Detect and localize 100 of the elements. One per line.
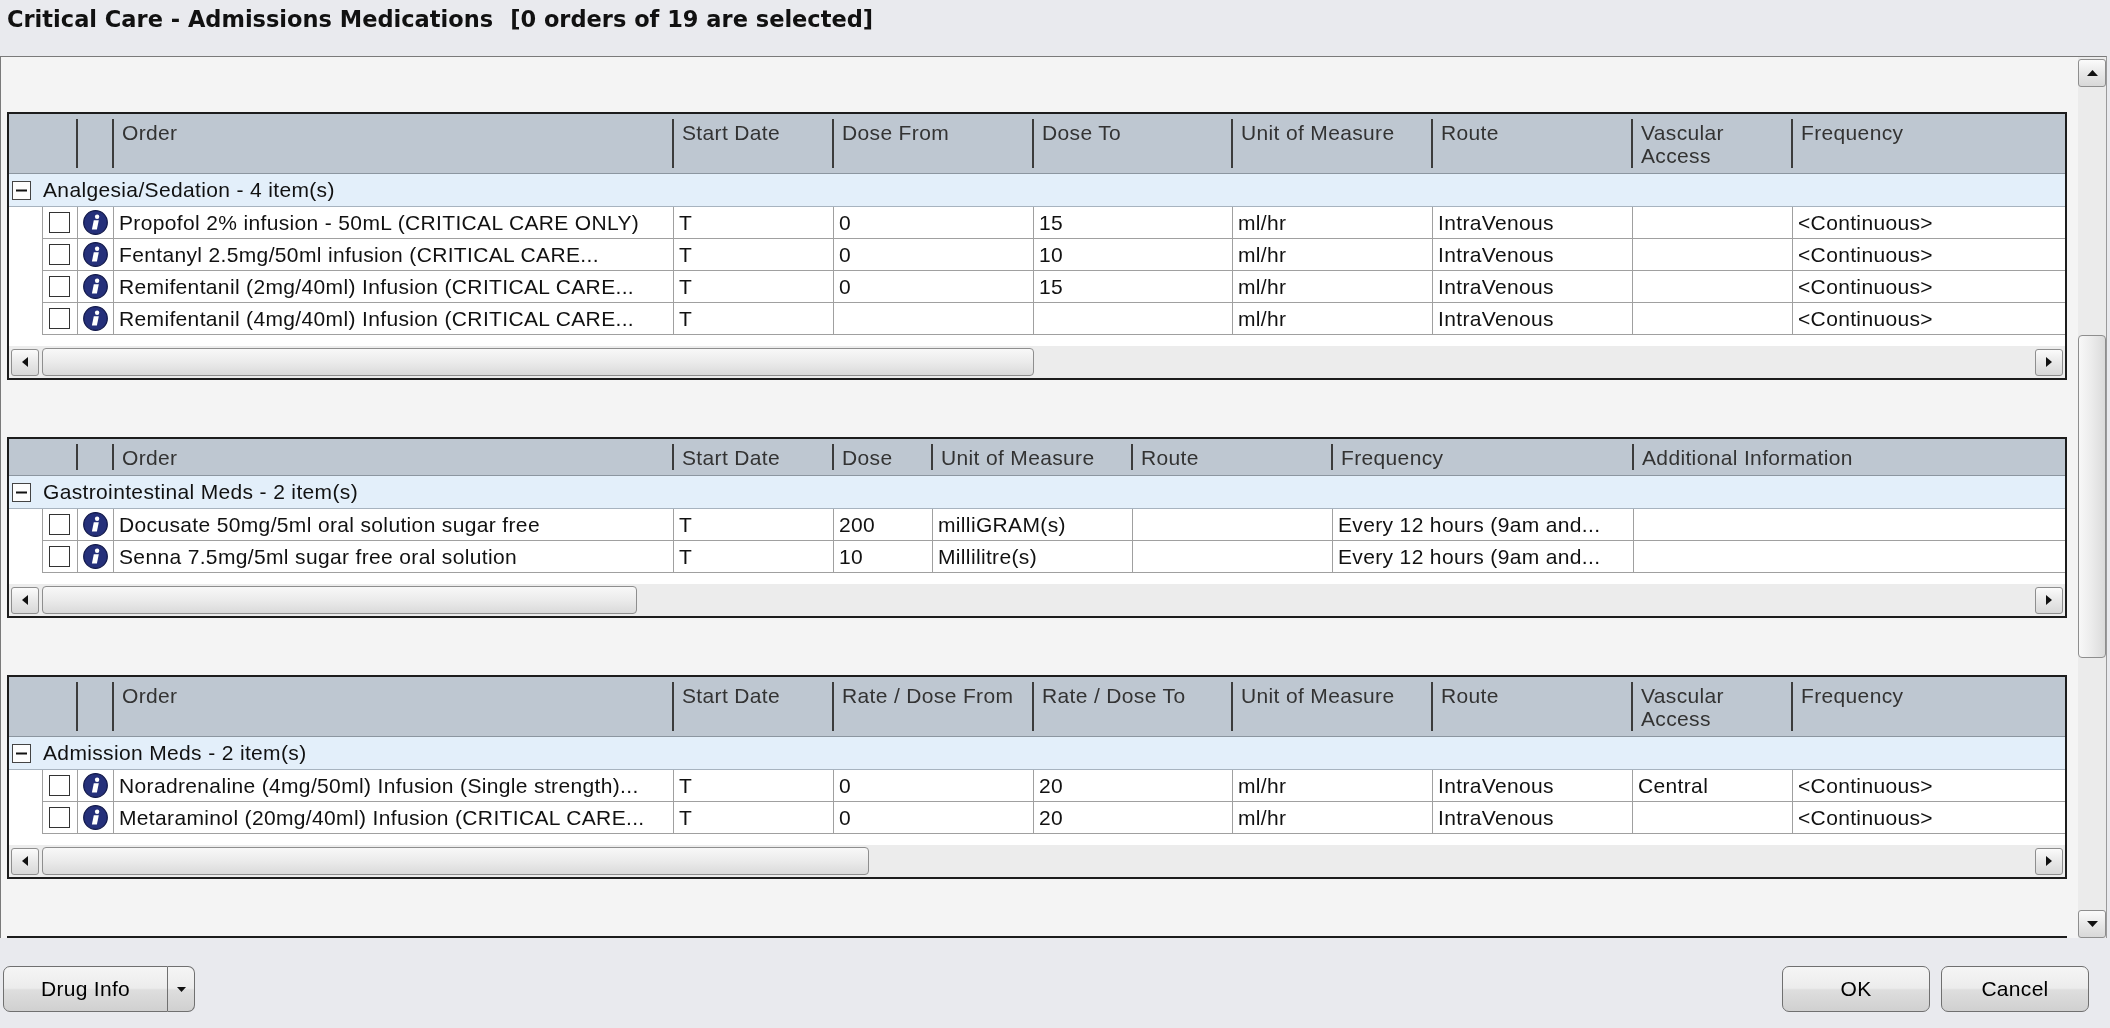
- table-cell: T: [674, 509, 834, 541]
- left-arrow-icon: [22, 357, 28, 367]
- table-cell: ml/hr: [1233, 303, 1433, 335]
- checkbox[interactable]: [49, 244, 70, 265]
- table-cell: 15: [1034, 207, 1233, 239]
- table-cell: 15: [1034, 271, 1233, 303]
- dialog-button[interactable]: OK: [1782, 966, 1930, 1012]
- drug-info-button[interactable]: Drug Info: [3, 966, 168, 1012]
- table-cell: Propofol 2% infusion - 50mL (CRITICAL CARE ONLY): [114, 207, 674, 239]
- table-cell: ml/hr: [1233, 802, 1433, 834]
- table-cell: Metaraminol (20mg/40ml) Infusion (CRITICAL CARE...: [114, 802, 674, 834]
- group-label: Gastrointestinal Meds - 2 item(s): [43, 480, 358, 504]
- table-cell: ml/hr: [1233, 271, 1433, 303]
- checkbox[interactable]: [49, 276, 70, 297]
- table-cell: T: [674, 239, 834, 271]
- table-cell: T: [674, 207, 834, 239]
- table-cell: IntraVenous: [1433, 770, 1633, 802]
- down-arrow-icon: [2086, 921, 2098, 927]
- info-icon[interactable]: [83, 242, 108, 267]
- scroll-up-button[interactable]: [2078, 59, 2106, 87]
- checkbox[interactable]: [49, 546, 70, 567]
- right-arrow-icon: [2046, 856, 2052, 866]
- table-cell: 0: [834, 207, 1034, 239]
- info-icon[interactable]: [83, 512, 108, 537]
- table-cell: <Continuous>: [1793, 239, 2065, 271]
- info-icon[interactable]: [83, 306, 108, 331]
- dialog-button[interactable]: Cancel: [1941, 966, 2089, 1012]
- collapse-icon[interactable]: [12, 482, 31, 502]
- scrollbar-thumb[interactable]: [42, 847, 869, 875]
- scroll-right-button[interactable]: [2035, 847, 2063, 875]
- table-cell: 0: [834, 802, 1034, 834]
- left-arrow-icon: [22, 595, 28, 605]
- table-cell: T: [674, 541, 834, 573]
- scroll-left-button[interactable]: [11, 586, 39, 614]
- scroll-down-button[interactable]: [2078, 910, 2106, 938]
- table-cell: IntraVenous: [1433, 239, 1633, 271]
- column-header[interactable]: Frequency: [1793, 114, 2065, 173]
- scrollbar-thumb[interactable]: [42, 586, 637, 614]
- checkbox[interactable]: [49, 308, 70, 329]
- collapse-icon[interactable]: [12, 743, 31, 763]
- checkbox[interactable]: [49, 212, 70, 233]
- table-cell: T: [674, 271, 834, 303]
- table-cell: T: [674, 802, 834, 834]
- table-cell: Fentanyl 2.5mg/50ml infusion (CRITICAL CARE...: [114, 239, 674, 271]
- table-cell: 0: [834, 271, 1034, 303]
- table-cell: Every 12 hours (9am and...: [1333, 541, 1634, 573]
- scroll-left-button[interactable]: [11, 847, 39, 875]
- table-cell: <Continuous>: [1793, 802, 2065, 834]
- group-label: Analgesia/Sedation - 4 item(s): [43, 178, 335, 202]
- info-icon[interactable]: [83, 544, 108, 569]
- table-cell: Docusate 50mg/5ml oral solution sugar free: [114, 509, 674, 541]
- checkbox[interactable]: [49, 807, 70, 828]
- left-arrow-icon: [22, 856, 28, 866]
- table-cell: 10: [1034, 239, 1233, 271]
- scroll-right-button[interactable]: [2035, 348, 2063, 376]
- table-cell: Noradrenaline (4mg/50ml) Infusion (Single strength)...: [114, 770, 674, 802]
- table-cell: 10: [834, 541, 933, 573]
- table-cell: <Continuous>: [1793, 207, 2065, 239]
- checkbox[interactable]: [49, 514, 70, 535]
- table-cell: T: [674, 770, 834, 802]
- table-cell: ml/hr: [1233, 770, 1433, 802]
- window-title: Critical Care - Admissions Medications: [7, 6, 494, 32]
- table-cell: ml/hr: [1233, 239, 1433, 271]
- scroll-left-button[interactable]: [11, 348, 39, 376]
- table-cell: Central: [1633, 770, 1793, 802]
- table-cell: Millilitre(s): [933, 541, 1133, 573]
- table-cell: 20: [1034, 770, 1233, 802]
- table-cell: ml/hr: [1233, 207, 1433, 239]
- dropdown-button[interactable]: [168, 966, 195, 1012]
- info-icon[interactable]: [83, 210, 108, 235]
- scrollbar-thumb[interactable]: [42, 348, 1034, 376]
- table-cell: IntraVenous: [1433, 303, 1633, 335]
- table-cell: Remifentanil (2mg/40ml) Infusion (CRITICAL CARE...: [114, 271, 674, 303]
- info-icon[interactable]: [83, 805, 108, 830]
- table-cell: 200: [834, 509, 933, 541]
- table-cell: IntraVenous: [1433, 271, 1633, 303]
- scroll-right-button[interactable]: [2035, 586, 2063, 614]
- table-cell: <Continuous>: [1793, 271, 2065, 303]
- group-label: Admission Meds - 2 item(s): [43, 741, 307, 765]
- table-cell: 0: [834, 239, 1034, 271]
- table-cell: Every 12 hours (9am and...: [1333, 509, 1634, 541]
- table-cell: 0: [834, 770, 1034, 802]
- table-cell: IntraVenous: [1433, 802, 1633, 834]
- table-cell: <Continuous>: [1793, 303, 2065, 335]
- right-arrow-icon: [2046, 357, 2052, 367]
- up-arrow-icon: [2086, 70, 2098, 76]
- collapse-icon[interactable]: [12, 180, 31, 200]
- info-icon[interactable]: [83, 274, 108, 299]
- selection-summary: [0 orders of 19 are selected]: [510, 6, 874, 32]
- table-cell: milliGRAM(s): [933, 509, 1133, 541]
- table-cell: <Continuous>: [1793, 770, 2065, 802]
- column-header[interactable]: Frequency: [1793, 677, 2065, 736]
- table-cell: IntraVenous: [1433, 207, 1633, 239]
- scrollbar-thumb[interactable]: [2078, 335, 2106, 658]
- column-header[interactable]: Additional Information: [1634, 439, 2065, 475]
- table-cell: T: [674, 303, 834, 335]
- table-cell: Senna 7.5mg/5ml sugar free oral solution: [114, 541, 674, 573]
- info-icon[interactable]: [83, 773, 108, 798]
- checkbox[interactable]: [49, 775, 70, 796]
- table-cell: Remifentanil (4mg/40ml) Infusion (CRITICAL CARE...: [114, 303, 674, 335]
